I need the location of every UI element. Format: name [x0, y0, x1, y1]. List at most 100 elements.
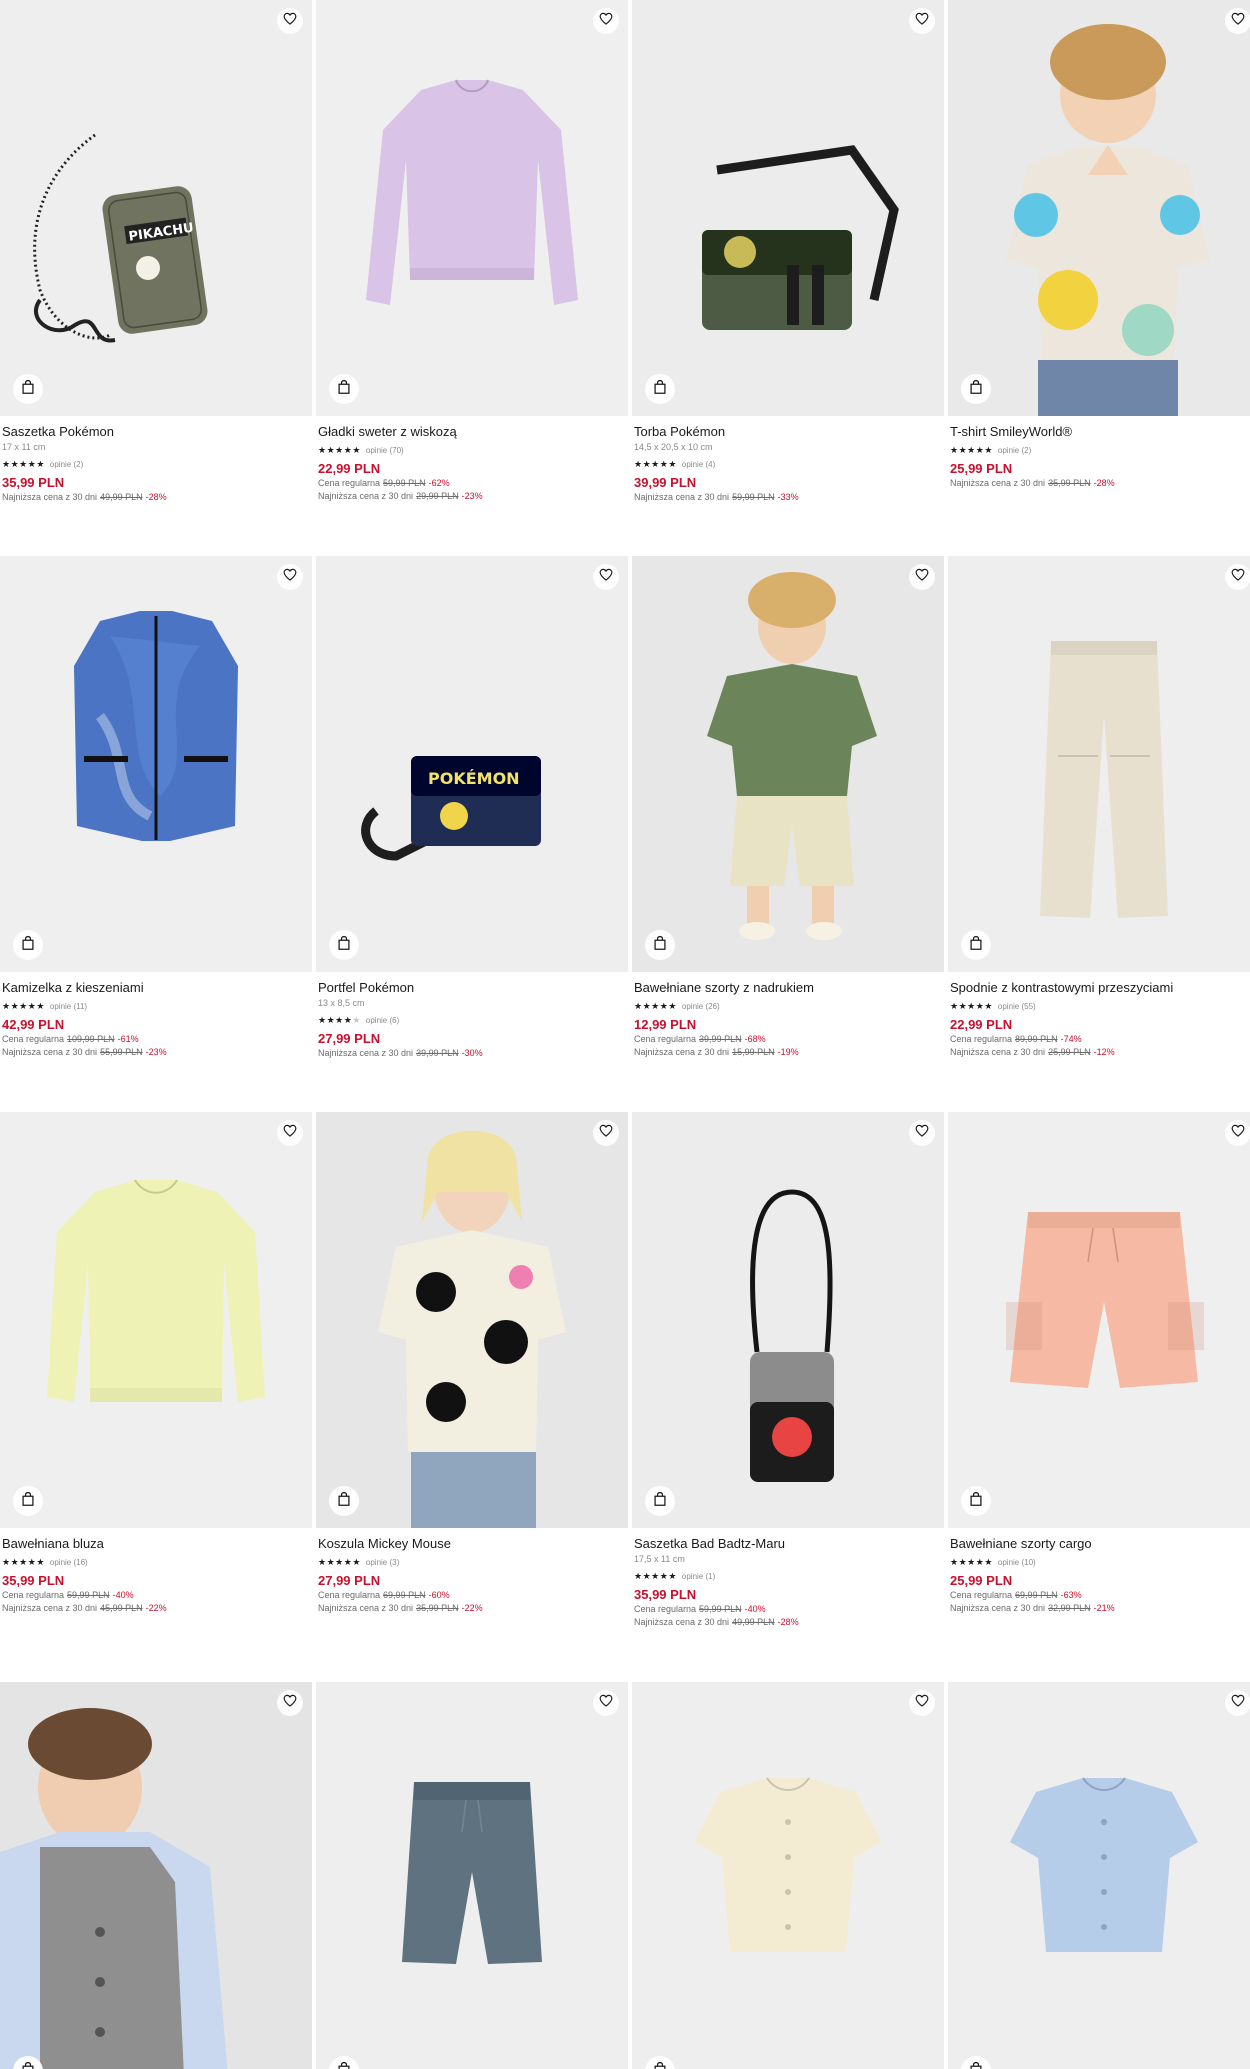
product-name[interactable]: Bawełniana bluza [2, 1535, 310, 1552]
product-info: Spodnie z kontrastowymi przeszyciami ★★★★… [948, 972, 1250, 1059]
product-image[interactable] [316, 1682, 628, 2069]
product-card[interactable] [316, 1682, 628, 2069]
add-to-cart-button[interactable] [329, 1486, 359, 1516]
add-to-wishlist-button[interactable] [593, 1690, 619, 1716]
product-rating[interactable]: ★★★★★ opinie (16) [2, 1555, 310, 1569]
product-card[interactable]: PIKACHU Saszetka Pokémon 17 x 11 cm ★★★★★ o… [0, 0, 312, 556]
product-image[interactable] [316, 0, 628, 416]
add-to-cart-button[interactable] [329, 374, 359, 404]
add-to-wishlist-button[interactable] [909, 1690, 935, 1716]
product-name[interactable]: Bawełniane szorty cargo [950, 1535, 1250, 1552]
product-card[interactable]: Bawełniana bluza ★★★★★ opinie (16) 35,99 PL… [0, 1112, 312, 1682]
product-name[interactable]: Spodnie z kontrastowymi przeszyciami [950, 979, 1250, 996]
add-to-cart-button[interactable] [961, 930, 991, 960]
add-to-cart-button[interactable] [645, 1486, 675, 1516]
lowest-price-old: 49,99 PLN [100, 492, 143, 502]
product-image[interactable] [632, 0, 944, 416]
add-to-wishlist-button[interactable] [277, 8, 303, 34]
product-name[interactable]: Koszula Mickey Mouse [318, 1535, 626, 1552]
product-image[interactable] [0, 1682, 312, 2069]
add-to-cart-button[interactable] [961, 374, 991, 404]
product-image[interactable] [316, 1112, 628, 1528]
add-to-wishlist-button[interactable] [277, 1120, 303, 1146]
product-image[interactable] [948, 1112, 1250, 1528]
product-photo [366, 79, 578, 305]
lowest-price-line: Najniższa cena z 30 dni 35,99 PLN -22% [318, 1602, 626, 1615]
product-card[interactable]: Bawełniane szorty z nadrukiem ★★★★★ opinie… [632, 556, 944, 1112]
rating-stars: ★★★★★ [950, 1000, 993, 1011]
lowest-price-old: 29,99 PLN [416, 491, 459, 501]
product-card[interactable] [0, 1682, 312, 2069]
add-to-wishlist-button[interactable] [593, 1120, 619, 1146]
rating-stars: ★★★★★ [2, 1556, 45, 1567]
lowest-price-discount: -33% [777, 492, 799, 502]
product-card[interactable] [632, 1682, 944, 2069]
add-to-cart-button[interactable] [13, 930, 43, 960]
add-to-cart-button[interactable] [329, 930, 359, 960]
lowest-price-label: Najniższa cena z 30 dni [950, 478, 1046, 488]
add-to-wishlist-button[interactable] [1225, 8, 1250, 34]
product-rating[interactable]: ★★★★★ opinie (1) [634, 1569, 942, 1583]
product-image[interactable]: PIKACHU [0, 0, 312, 416]
product-rating[interactable]: ★★★★★ opinie (26) [634, 999, 942, 1013]
add-to-wishlist-button[interactable] [909, 564, 935, 590]
product-name[interactable]: Saszetka Bad Badtz-Maru [634, 1535, 942, 1552]
regular-price-old: 89,99 PLN [1015, 1034, 1058, 1044]
add-to-wishlist-button[interactable] [909, 8, 935, 34]
product-card[interactable]: Gładki sweter z wiskozą ★★★★★ opinie (70) 2… [316, 0, 628, 556]
product-image[interactable] [948, 1682, 1250, 2069]
add-to-cart-button[interactable] [645, 930, 675, 960]
product-card[interactable]: Bawełniane szorty cargo ★★★★★ opinie (10) 2… [948, 1112, 1250, 1682]
add-to-cart-button[interactable] [645, 374, 675, 404]
product-name[interactable]: Portfel Pokémon [318, 979, 626, 996]
add-to-wishlist-button[interactable] [277, 564, 303, 590]
add-to-wishlist-button[interactable] [1225, 564, 1250, 590]
heart-icon [915, 1694, 929, 1712]
product-card[interactable]: Koszula Mickey Mouse ★★★★★ opinie (3) 27,99… [316, 1112, 628, 1682]
add-to-wishlist-button[interactable] [593, 8, 619, 34]
product-rating[interactable]: ★★★★★ opinie (3) [318, 1555, 626, 1569]
product-name[interactable]: Bawełniane szorty z nadrukiem [634, 979, 942, 996]
product-rating[interactable]: ★★★★★ opinie (70) [318, 443, 626, 457]
product-name[interactable]: Torba Pokémon [634, 423, 942, 440]
product-image[interactable] [632, 1682, 944, 2069]
product-card[interactable]: Torba Pokémon 14,5 x 20,5 x 10 cm ★★★★★ opi… [632, 0, 944, 556]
product-card[interactable] [948, 1682, 1250, 2069]
product-image[interactable] [948, 0, 1250, 416]
product-rating[interactable]: ★★★★★ opinie (10) [950, 1555, 1250, 1569]
add-to-cart-button[interactable] [961, 1486, 991, 1516]
product-rating[interactable]: ★★★★★ opinie (11) [2, 999, 310, 1013]
add-to-wishlist-button[interactable] [1225, 1120, 1250, 1146]
product-image[interactable] [948, 556, 1250, 972]
product-card[interactable]: T-shirt SmileyWorld® ★★★★★ opinie (2) 25,99… [948, 0, 1250, 556]
product-image[interactable] [0, 1112, 312, 1528]
heart-icon [599, 568, 613, 586]
product-image[interactable] [632, 1112, 944, 1528]
product-rating[interactable]: ★★★★★ opinie (2) [950, 443, 1250, 457]
product-name[interactable]: T-shirt SmileyWorld® [950, 423, 1250, 440]
product-image[interactable] [632, 556, 944, 972]
product-card[interactable]: Kamizelka z kieszeniami ★★★★★ opinie (11) 4… [0, 556, 312, 1112]
add-to-wishlist-button[interactable] [909, 1120, 935, 1146]
product-rating[interactable]: ★★★★★ opinie (6) [318, 1013, 626, 1027]
product-rating[interactable]: ★★★★★ opinie (4) [634, 457, 942, 471]
product-image[interactable]: POKÉMON [316, 556, 628, 972]
add-to-wishlist-button[interactable] [277, 1690, 303, 1716]
product-card[interactable]: Spodnie z kontrastowymi przeszyciami ★★★★… [948, 556, 1250, 1112]
lowest-price-label: Najniższa cena z 30 dni [950, 1047, 1046, 1057]
product-name[interactable]: Gładki sweter z wiskozą [318, 423, 626, 440]
add-to-wishlist-button[interactable] [593, 564, 619, 590]
product-card[interactable]: POKÉMON Portfel Pokémon 13 x 8,5 cm ★★★★★ o… [316, 556, 628, 1112]
lowest-price-discount: -28% [777, 1617, 799, 1627]
product-name[interactable]: Kamizelka z kieszeniami [2, 979, 310, 996]
add-to-cart-button[interactable] [13, 1486, 43, 1516]
product-card[interactable]: Saszetka Bad Badtz-Maru 17,5 x 11 cm ★★★★★… [632, 1112, 944, 1682]
add-to-cart-button[interactable] [13, 374, 43, 404]
product-rating[interactable]: ★★★★★ opinie (55) [950, 999, 1250, 1013]
add-to-wishlist-button[interactable] [1225, 1690, 1250, 1716]
product-rating[interactable]: ★★★★★ opinie (2) [2, 457, 310, 471]
product-name[interactable]: Saszetka Pokémon [2, 423, 310, 440]
regular-price-old: 69,99 PLN [1015, 1590, 1058, 1600]
product-image[interactable] [0, 556, 312, 972]
product-info: Saszetka Pokémon 17 x 11 cm ★★★★★ opinie (2… [0, 416, 312, 504]
